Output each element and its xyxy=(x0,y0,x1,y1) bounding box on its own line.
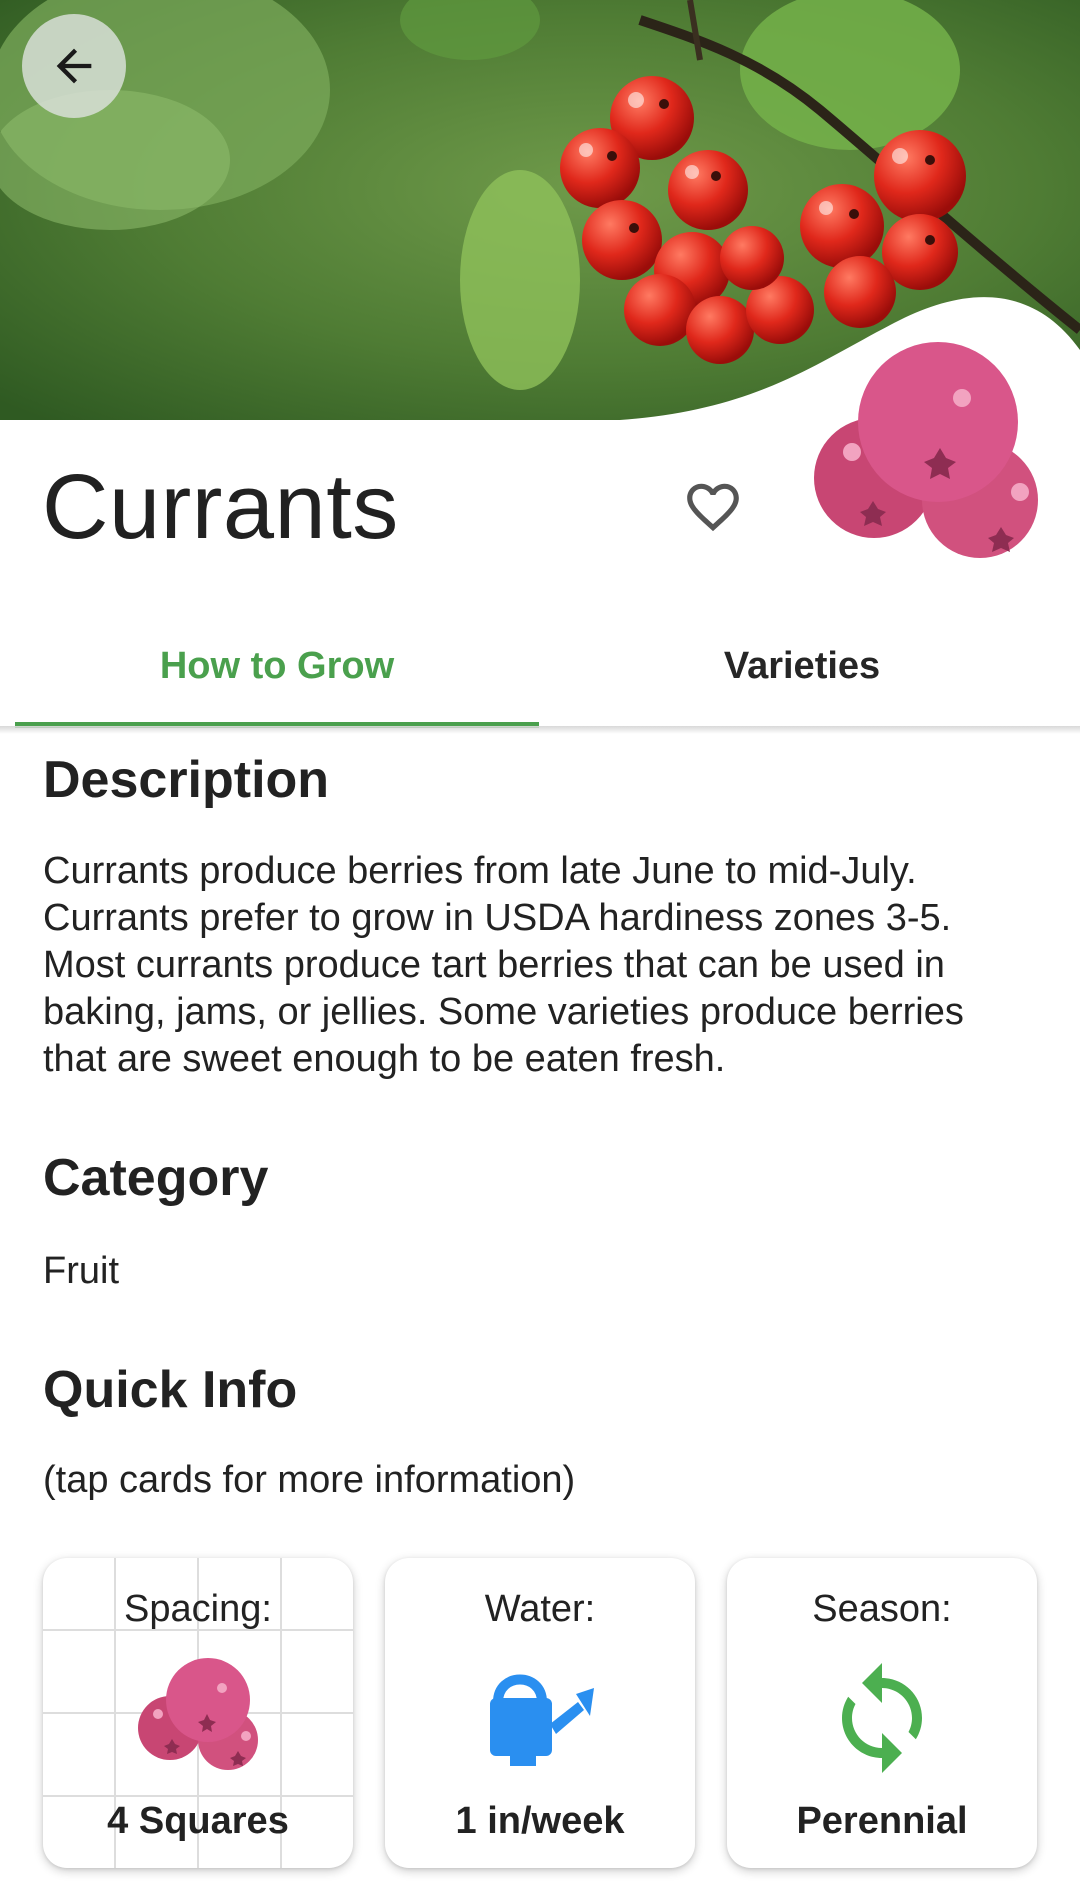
season-label: Season: xyxy=(812,1588,952,1630)
arrow-left-icon xyxy=(56,48,92,84)
watering-can-icon xyxy=(490,1674,594,1766)
description-line: baking, jams, or jellies. Some varieties… xyxy=(43,991,964,1033)
tab-varieties[interactable]: Varieties xyxy=(540,608,1064,724)
currant-berries-icon xyxy=(138,1658,258,1770)
description-line: Currants produce berries from late June … xyxy=(43,850,917,892)
category-heading: Category xyxy=(43,1149,269,1207)
quick-info-hint: (tap cards for more information) xyxy=(43,1459,576,1501)
page-title: Currants xyxy=(42,456,399,558)
tab-bar: How to Grow Varieties xyxy=(0,608,1080,728)
water-label: Water: xyxy=(484,1588,596,1630)
description-line: Currants prefer to grow in USDA hardines… xyxy=(43,897,952,939)
season-card[interactable]: Season: Perennial xyxy=(727,1558,1037,1868)
quick-info-heading: Quick Info xyxy=(43,1361,298,1419)
category-value: Fruit xyxy=(43,1250,119,1292)
season-value: Perennial xyxy=(796,1800,968,1842)
water-card[interactable]: Water: 1 in/week xyxy=(385,1558,695,1868)
description-text: Currants produce berries from late June … xyxy=(43,848,1043,1083)
back-button[interactable] xyxy=(22,14,126,118)
plant-icon xyxy=(808,340,1048,565)
heart-outline-icon xyxy=(687,483,739,532)
description-line: Most currants produce tart berries that … xyxy=(43,944,945,986)
favorite-button[interactable] xyxy=(682,476,744,538)
tab-how-to-grow[interactable]: How to Grow xyxy=(15,608,539,724)
tab-bar-shadow xyxy=(0,726,1080,734)
spacing-label: Spacing: xyxy=(124,1588,272,1630)
description-heading: Description xyxy=(43,751,330,809)
description-line: that are sweet enough to be eaten fresh. xyxy=(43,1038,726,1080)
cycle-arrows-icon xyxy=(842,1663,922,1773)
spacing-value: 4 Squares xyxy=(107,1800,289,1842)
spacing-card[interactable]: Spacing: 4 Squares xyxy=(43,1558,353,1868)
water-value: 1 in/week xyxy=(455,1800,625,1842)
